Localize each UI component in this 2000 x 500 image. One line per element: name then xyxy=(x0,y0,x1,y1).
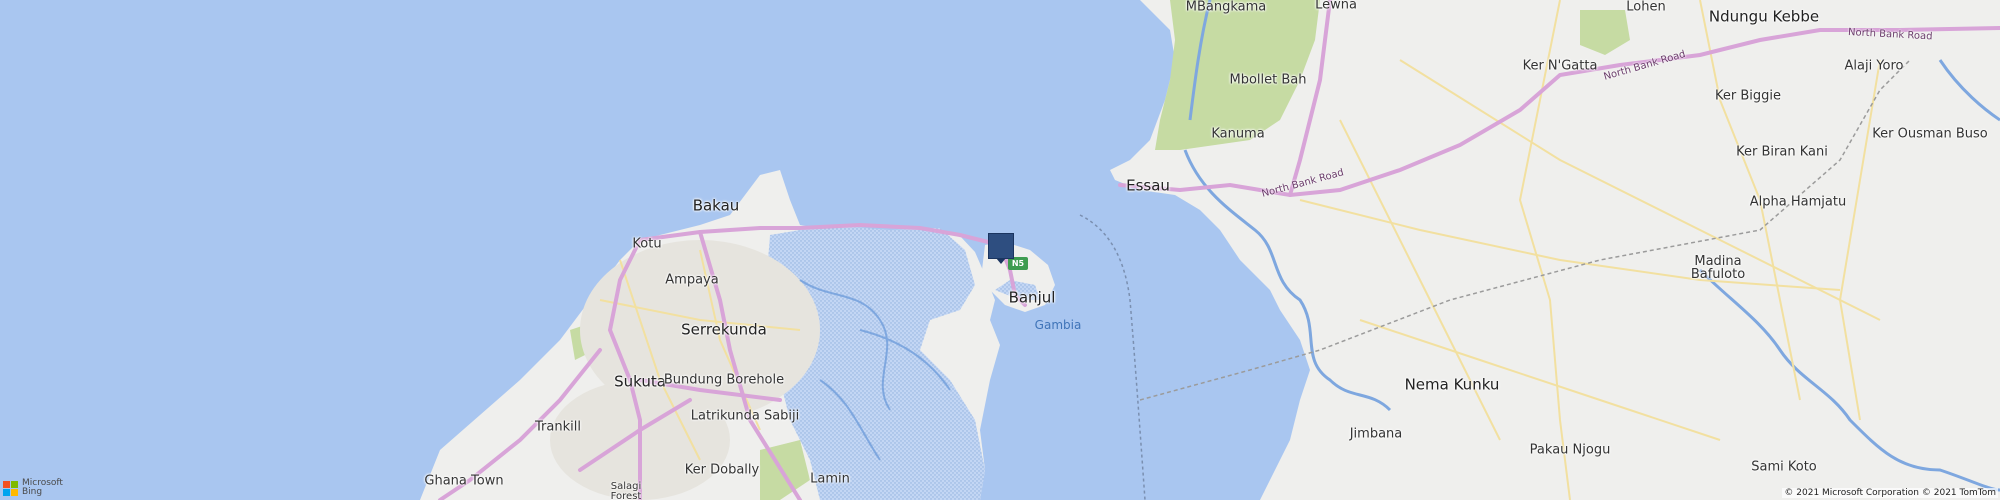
copyright-notice: © 2021 Microsoft Corporation © 2021 TomT… xyxy=(1782,488,1998,498)
place-label-ndungu-kebbe: Ndungu Kebbe xyxy=(1708,7,1820,26)
place-label-serrekunda: Serrekunda xyxy=(681,320,767,339)
place-label-ampaya: Ampaya xyxy=(665,272,719,288)
place-label-ker-biran-kani: Ker Biran Kani xyxy=(1736,144,1828,160)
place-label-ker-biggie: Ker Biggie xyxy=(1715,88,1781,104)
place-label-ghana-town: Ghana Town xyxy=(424,473,504,489)
place-label-mbollet-bah: Mbollet Bah xyxy=(1229,72,1307,88)
place-label-ker-ousman-buso: Ker Ousman Buso xyxy=(1872,126,1988,142)
place-label-nema-kunku: Nema Kunku xyxy=(1404,375,1500,394)
map-canvas[interactable]: North Bank Road North Bank Road North Ba… xyxy=(0,0,2000,500)
place-label-sami-koto: Sami Koto xyxy=(1751,459,1817,475)
place-label-alpha-hamjatu: Alpha Hamjatu xyxy=(1749,194,1847,210)
logo-text: Microsoft Bing xyxy=(22,478,63,497)
place-label-trankill: Trankill xyxy=(535,419,581,435)
place-label-bundung-borehole: Bundung Borehole xyxy=(663,372,785,388)
place-label-madina-bafuloto: Madina Bafuloto xyxy=(1690,254,1746,282)
place-label-latrikunda-sabiji: Latrikunda Sabiji xyxy=(690,408,800,424)
place-label-banjul: Banjul xyxy=(1008,288,1056,307)
place-label-alaji-yoro: Alaji Yoro xyxy=(1844,58,1904,74)
location-pin-icon[interactable] xyxy=(988,233,1014,264)
place-label-lohen: Lohen xyxy=(1626,0,1666,15)
place-label-ker-dobally: Ker Dobally xyxy=(684,462,760,478)
place-label-salagi-forest: Salagi Forest xyxy=(610,481,642,500)
place-label-lamin: Lamin xyxy=(810,471,850,487)
place-label-sukuta: Sukuta xyxy=(614,372,666,391)
place-label-pakau-njogu: Pakau Njogu xyxy=(1529,442,1611,458)
place-label-essau: Essau xyxy=(1126,176,1170,195)
place-label-lewna: Lewna xyxy=(1315,0,1357,13)
microsoft-bing-logo[interactable]: Microsoft Bing xyxy=(3,479,63,497)
place-label-jimbana: Jimbana xyxy=(1349,426,1403,442)
place-label-kanuma: Kanuma xyxy=(1211,126,1265,142)
place-label-mbangkama: MBangkama xyxy=(1185,0,1267,15)
water-label-gambia: Gambia xyxy=(1034,318,1082,332)
place-label-bakau: Bakau xyxy=(692,196,740,215)
microsoft-logo-icon xyxy=(3,480,18,496)
place-label-ker-n-gatta: Ker N'Gatta xyxy=(1522,58,1598,74)
place-label-kotu: Kotu xyxy=(632,236,662,252)
